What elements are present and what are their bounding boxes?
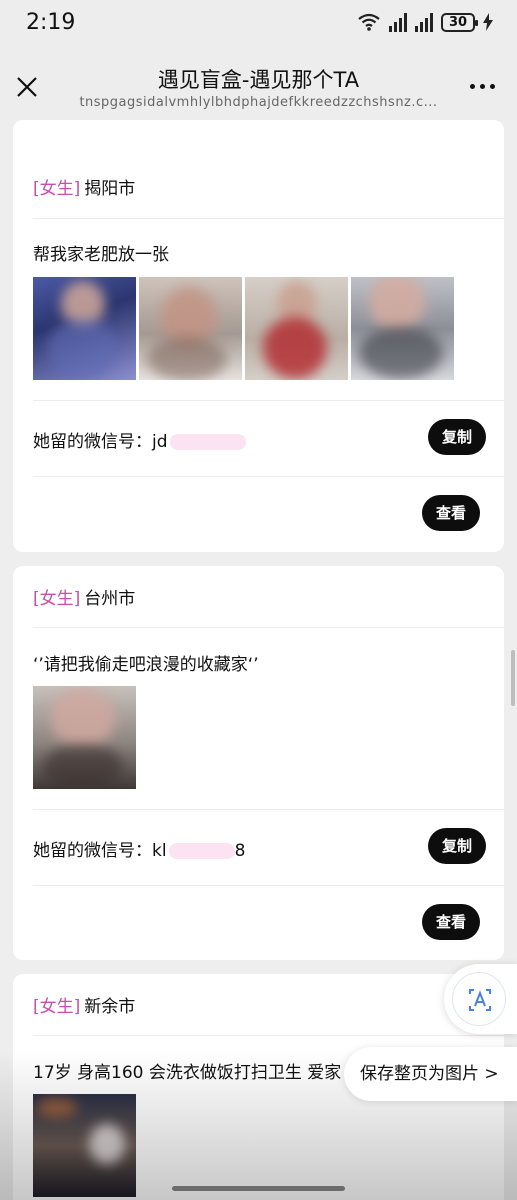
save-page-as-image-button[interactable]: 保存整页为图片 > — [344, 1047, 517, 1101]
divider — [33, 476, 504, 477]
photo[interactable] — [33, 1094, 136, 1197]
divider — [33, 218, 504, 219]
photo[interactable] — [351, 277, 454, 380]
translate-button[interactable] — [444, 964, 517, 1034]
card-header: [女生] 揭阳市 — [33, 170, 135, 208]
city-label: 揭阳市 — [84, 179, 136, 199]
card-description: 17岁 身高160 会洗衣做饭打扫卫生 爱家 — [33, 1063, 342, 1083]
signal-icon-2 — [415, 12, 433, 32]
profile-card: [女生] 揭阳市 帮我家老肥放一张 她留的微信号：jd 复制 查看 — [13, 120, 504, 552]
copy-button[interactable]: 复制 — [428, 828, 487, 864]
divider — [33, 809, 504, 810]
status-bar: 2:19 30 — [0, 0, 517, 48]
photo[interactable] — [33, 686, 136, 789]
charging-icon — [483, 13, 493, 31]
wechat-id: kl — [152, 841, 167, 861]
divider — [33, 1035, 504, 1036]
wechat-id-mask — [169, 434, 246, 450]
gender-tag: [女生] — [33, 997, 81, 1017]
wechat-label: 她留的微信号： — [33, 841, 152, 861]
scrollbar[interactable] — [511, 650, 515, 706]
page-title: 遇见盲盒-遇见那个TA — [157, 68, 360, 92]
gender-tag: [女生] — [33, 589, 81, 609]
page-url: tnspgagsidalvmhlylbhdphajdefkkreedzzchsh… — [79, 95, 438, 110]
photo-grid — [33, 1094, 136, 1197]
copy-button[interactable]: 复制 — [428, 419, 487, 455]
city-label: 台州市 — [84, 589, 136, 609]
more-options-icon[interactable] — [470, 84, 495, 89]
view-button[interactable]: 查看 — [422, 495, 481, 531]
card-description: ‘’请把我偷走吧浪漫的收藏家‘’ — [33, 655, 259, 675]
divider — [33, 627, 504, 628]
photo-grid — [33, 686, 136, 789]
card-header: [女生] 台州市 — [33, 580, 135, 618]
status-time: 2:19 — [26, 10, 76, 35]
status-icons: 30 — [357, 12, 493, 32]
wechat-row: 她留的微信号：jd — [33, 427, 246, 452]
card-description: 帮我家老肥放一张 — [33, 245, 169, 265]
translate-icon — [469, 989, 491, 1011]
photo[interactable] — [245, 277, 348, 380]
close-icon[interactable] — [14, 74, 40, 100]
gender-tag: [女生] — [33, 179, 81, 199]
wechat-id-suffix: 8 — [234, 841, 246, 861]
photo[interactable] — [139, 277, 242, 380]
photo-grid — [33, 277, 454, 380]
photo[interactable] — [33, 277, 136, 380]
wifi-icon — [358, 13, 380, 31]
divider — [33, 885, 504, 886]
city-label: 新余市 — [84, 997, 136, 1017]
wechat-id-mask — [168, 843, 235, 859]
view-button[interactable]: 查看 — [422, 904, 481, 940]
title-bar: 遇见盲盒-遇见那个TA tnspgagsidalvmhlylbhdphajdef… — [0, 48, 517, 120]
battery-icon: 30 — [441, 12, 478, 32]
card-header: [女生] 新余市 — [33, 988, 135, 1026]
wechat-id: jd — [152, 432, 168, 452]
divider — [33, 400, 504, 401]
signal-icon — [389, 12, 407, 32]
wechat-label: 她留的微信号： — [33, 432, 152, 452]
home-indicator[interactable] — [172, 1186, 345, 1191]
wechat-row: 她留的微信号：kl 8 — [33, 836, 245, 861]
feed[interactable]: [女生] 揭阳市 帮我家老肥放一张 她留的微信号：jd 复制 查看 [女生] 台… — [0, 120, 517, 1200]
profile-card: [女生] 台州市 ‘’请把我偷走吧浪漫的收藏家‘’ 她留的微信号：kl 8 复制 查… — [13, 566, 504, 960]
